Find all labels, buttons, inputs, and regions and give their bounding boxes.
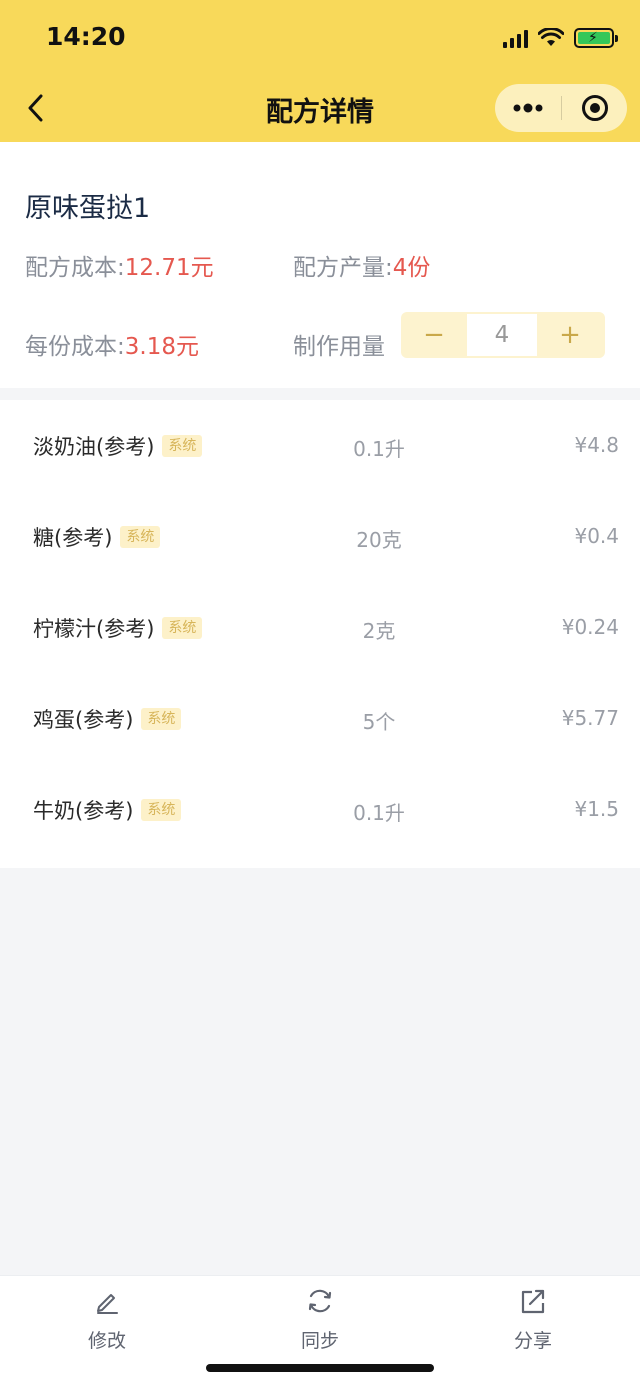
increment-button[interactable]: + [537,312,603,358]
battery-icon: ⚡ [574,28,618,48]
ingredient-qty: 0.1升 [353,801,405,825]
ingredient-name: 淡奶油(参考) [33,435,155,459]
share-button[interactable]: 分享 [473,1284,593,1353]
recipe-cost-label: 配方成本: [25,255,125,281]
target-icon [581,95,608,121]
recipe-name: 原味蛋挞1 [25,193,151,224]
ingredient-price: ¥4.8 [574,433,619,457]
list-item: 鸡蛋(参考) 系统 5个 ¥5.77 [0,673,640,764]
quantity-input[interactable]: 4 [467,314,537,356]
cellular-signal-icon [503,28,528,48]
recipe-cost: 配方成本:12.71元 [25,248,214,282]
recipe-yield: 配方产量:4份 [293,248,430,282]
list-item: 糖(参考) 系统 20克 ¥0.4 [0,491,640,582]
header-bar: 14:20 ⚡ 配方详情 [0,0,640,142]
recipe-yield-value: 4份 [392,255,431,281]
ingredient-qty: 0.1升 [353,437,405,461]
sync-button[interactable]: 同步 [260,1284,380,1353]
home-indicator [206,1364,434,1372]
status-time: 14:20 [46,22,126,51]
unit-cost-label: 每份成本: [25,334,125,360]
system-tag: 系统 [120,526,161,548]
ingredient-name: 柠檬汁(参考) [33,617,155,641]
ingredient-name: 鸡蛋(参考) [33,708,134,732]
list-item: 柠檬汁(参考) 系统 2克 ¥0.24 [0,582,640,673]
system-tag: 系统 [141,799,182,821]
decrement-button[interactable]: − [401,312,467,358]
mini-program-capsule [495,84,627,132]
ingredient-price: ¥0.24 [561,615,619,639]
sync-label: 同步 [300,1330,339,1352]
recipe-cost-value: 12.71元 [124,255,214,281]
make-qty-label: 制作用量 [293,334,385,360]
edit-button[interactable]: 修改 [47,1284,167,1353]
edit-label: 修改 [87,1330,126,1352]
ingredient-qty: 20克 [356,528,402,552]
quantity-stepper: − 4 + [401,312,605,358]
ingredient-price: ¥1.5 [574,797,619,821]
system-tag: 系统 [162,435,203,457]
status-icons: ⚡ [503,26,618,50]
more-button[interactable] [495,84,561,132]
more-dots-icon [513,103,543,113]
share-label: 分享 [513,1330,552,1352]
unit-cost: 每份成本:3.18元 [25,327,199,361]
recipe-info-card: 原味蛋挞1 配方成本:12.71元 配方产量:4份 每份成本:3.18元 制作用… [0,142,640,388]
list-item: 淡奶油(参考) 系统 0.1升 ¥4.8 [0,400,640,491]
ingredient-name: 牛奶(参考) [33,799,134,823]
ingredient-qty: 5个 [362,710,396,734]
pencil-icon [97,1294,118,1314]
ingredient-price: ¥5.77 [561,706,619,730]
system-tag: 系统 [141,708,182,730]
ingredient-name: 糖(参考) [33,526,113,550]
ingredient-list: 淡奶油(参考) 系统 0.1升 ¥4.8 糖(参考) 系统 20克 ¥0.4 柠檬汁… [0,400,640,868]
share-icon [521,1289,545,1314]
wifi-icon [538,28,564,46]
ingredient-qty: 2克 [362,619,396,643]
unit-cost-value: 3.18元 [124,334,199,360]
system-tag: 系统 [162,617,203,639]
close-mini-program-button[interactable] [562,84,627,132]
list-item: 牛奶(参考) 系统 0.1升 ¥1.5 [0,764,640,855]
ingredient-price: ¥0.4 [574,524,619,548]
sync-icon [308,1289,332,1313]
recipe-yield-label: 配方产量: [293,255,393,281]
